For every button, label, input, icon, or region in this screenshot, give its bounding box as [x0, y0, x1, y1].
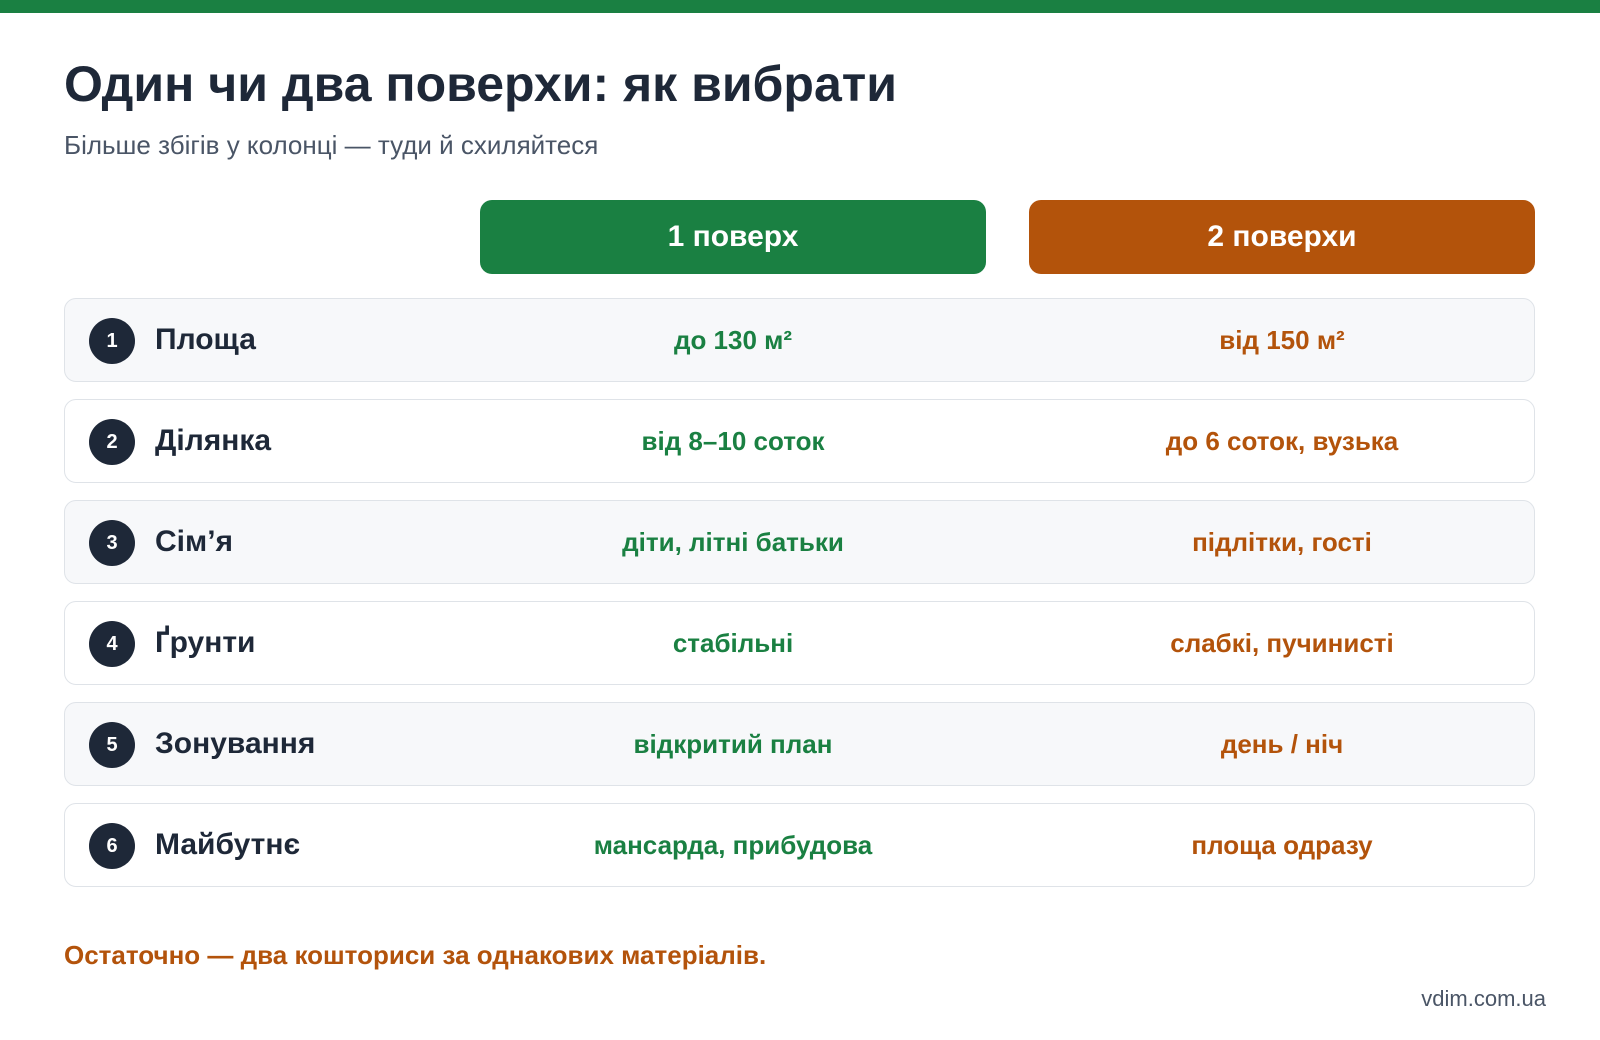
page-subtitle: Більше збігів у колонці — туди й схиляйт… [64, 130, 599, 160]
top-accent-bar [0, 0, 1600, 13]
two-floors-value: до 6 соток, вузька [1165, 425, 1399, 456]
column-header-two-floors: 2 поверхи [1029, 200, 1535, 274]
comparison-row: 4 Ґрунти стабільні слабкі, пучинисті [64, 601, 1535, 685]
row-number-badge: 1 [89, 318, 135, 364]
one-floor-value: стабільні [672, 627, 794, 658]
two-floors-value: від 150 м² [1219, 324, 1345, 355]
row-number-badge: 4 [89, 621, 135, 667]
two-floors-value: слабкі, пучинисті [1170, 627, 1394, 658]
site-credit: vdim.com.ua [1421, 986, 1546, 1011]
row-label: Майбутнє [155, 828, 301, 861]
row-label: Площа [155, 323, 256, 356]
one-floor-value: до 130 м² [673, 324, 793, 355]
comparison-row: 1 Площа до 130 м² від 150 м² [64, 298, 1535, 382]
one-floor-value: відкритий план [633, 728, 833, 759]
row-label: Ґрунти [155, 626, 256, 659]
one-floor-value: мансарда, прибудова [593, 829, 873, 860]
two-floors-value: площа одразу [1191, 829, 1373, 860]
two-floors-value: підлітки, гості [1192, 526, 1372, 557]
row-label: Сім’я [155, 525, 234, 558]
conclusion-note: Остаточно — два кошториси за однакових м… [64, 940, 767, 970]
comparison-row: 5 Зонування відкритий план день / ніч [64, 702, 1535, 786]
row-number-badge: 3 [89, 520, 135, 566]
comparison-row: 2 Ділянка від 8–10 соток до 6 соток, вуз… [64, 399, 1535, 483]
one-floor-value: діти, літні батьки [622, 526, 844, 557]
row-label: Зонування [155, 727, 316, 760]
one-floor-value: від 8–10 соток [641, 425, 825, 456]
row-number-badge: 5 [89, 722, 135, 768]
row-number-badge: 6 [89, 823, 135, 869]
comparison-row: 6 Майбутнє мансарда, прибудова площа одр… [64, 803, 1535, 887]
page-title: Один чи два поверхи: як вибрати [64, 56, 898, 112]
comparison-table: 1 Площа до 130 м² від 150 м² 2 Ділянка в… [64, 298, 1535, 904]
two-floors-value: день / ніч [1220, 728, 1344, 759]
row-label: Ділянка [155, 424, 272, 457]
comparison-row: 3 Сім’я діти, літні батьки підлітки, гос… [64, 500, 1535, 584]
column-header-one-floor: 1 поверх [480, 200, 986, 274]
row-number-badge: 2 [89, 419, 135, 465]
